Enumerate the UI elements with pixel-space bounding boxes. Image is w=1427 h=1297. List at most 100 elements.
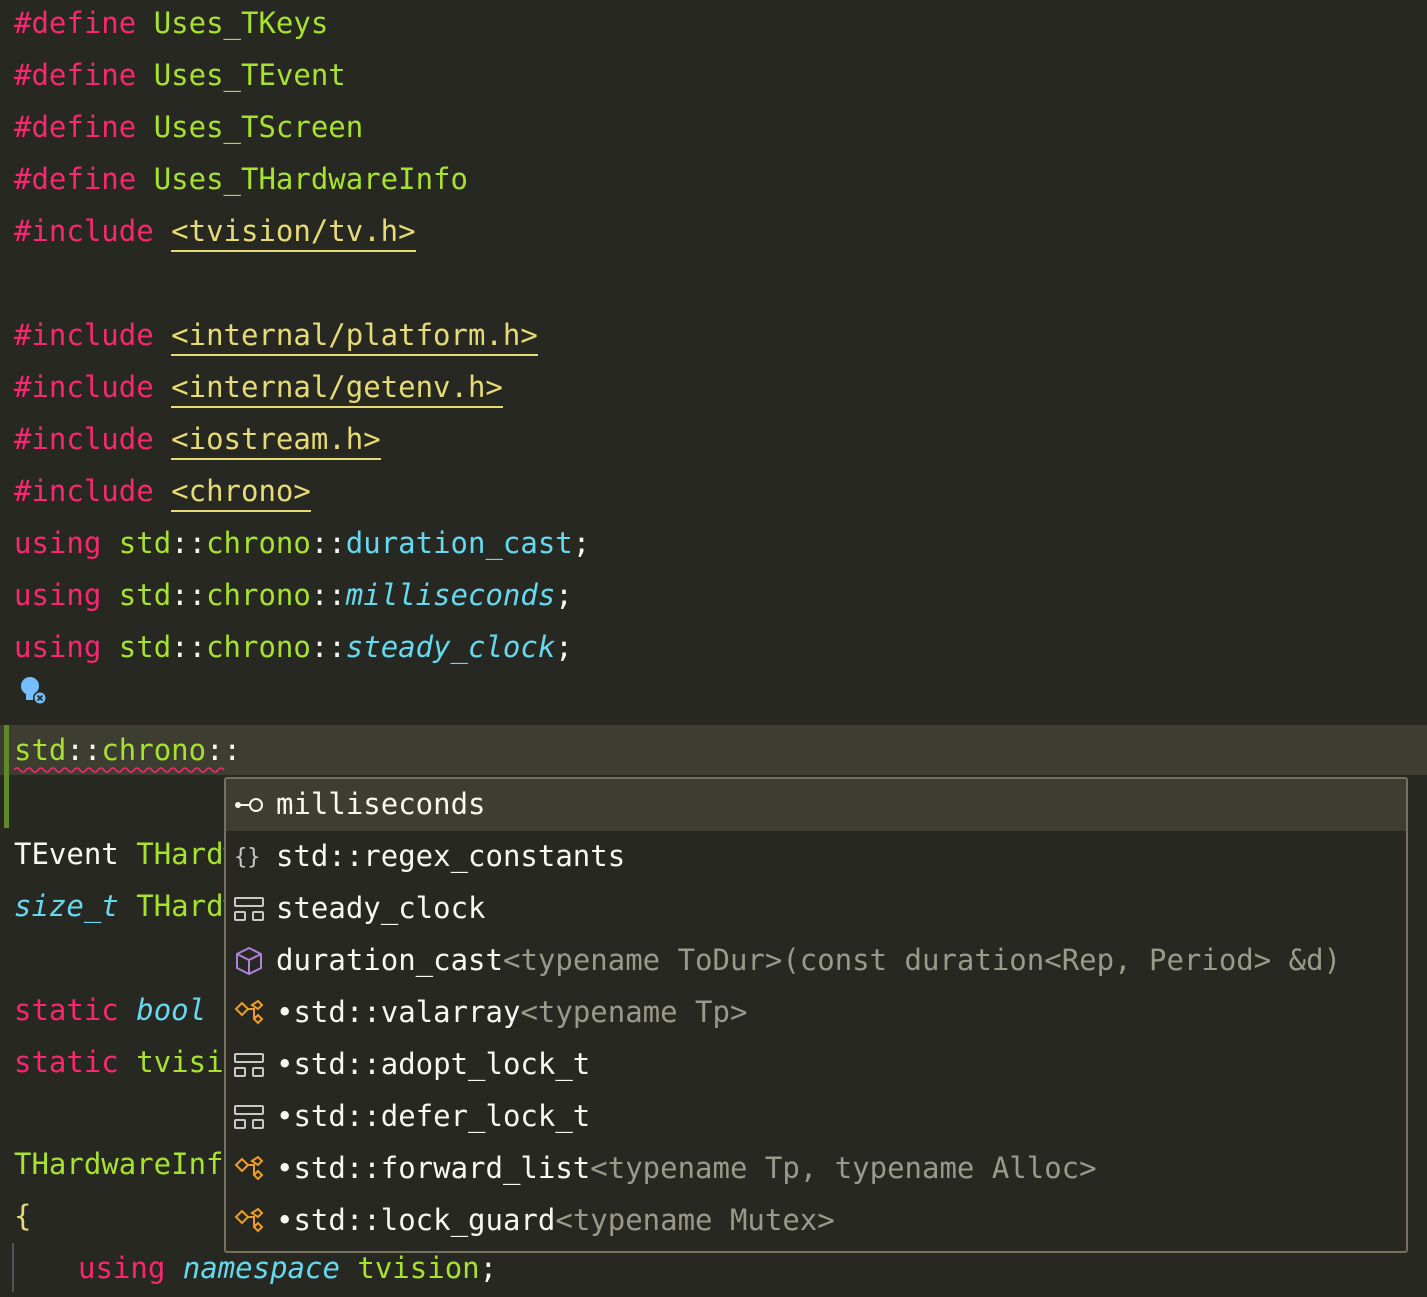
completion-label: std::regex_constants: [276, 839, 626, 873]
code-line[interactable]: #define Uses_TEvent: [14, 52, 346, 104]
directive: #include: [14, 370, 154, 404]
directive: #define: [14, 58, 137, 92]
completion-item[interactable]: •std::defer_lock_t: [226, 1091, 1406, 1143]
namespace: chrono: [206, 630, 311, 664]
scope-operator: ::: [171, 526, 207, 560]
completion-item[interactable]: •std::valarray<typename Tp>: [226, 987, 1406, 1039]
unit-icon: [235, 798, 263, 812]
struct-icon: [234, 897, 264, 921]
code-line[interactable]: size_t THardw: [14, 883, 241, 935]
namespace: chrono: [206, 526, 311, 560]
error-squiggle: [14, 767, 225, 773]
completion-label: •std::lock_guard: [276, 1203, 556, 1237]
include-path-link[interactable]: <chrono>: [171, 474, 311, 512]
include-path-link[interactable]: <iostream.h>: [171, 422, 381, 460]
namespace-icon: {}: [234, 845, 261, 870]
keyword: static: [14, 1045, 119, 1079]
type-name: TEvent: [14, 837, 119, 871]
code-line[interactable]: {: [14, 1193, 31, 1245]
namespace: chrono: [206, 578, 311, 612]
namespace: std: [118, 526, 172, 560]
directive: #include: [14, 318, 154, 352]
macro-name: Uses_TKeys: [153, 6, 329, 40]
directive: #include: [14, 474, 154, 508]
code-line[interactable]: using std::chrono::duration_cast;: [14, 520, 590, 572]
macro-name: Uses_TScreen: [153, 110, 364, 144]
code-line[interactable]: #define Uses_THardwareInfo: [14, 156, 468, 208]
type-name: bool: [136, 993, 207, 1027]
scope-operator: ::: [310, 578, 346, 612]
completion-detail: <typename Mutex>: [555, 1203, 835, 1237]
class-name: THardwareInfo: [14, 1147, 241, 1181]
directive: #define: [14, 110, 137, 144]
include-path-link[interactable]: <internal/platform.h>: [171, 318, 538, 356]
keyword: using: [14, 630, 102, 664]
keyword: static: [14, 993, 119, 1027]
completion-label: •std::defer_lock_t: [276, 1099, 591, 1133]
directive: #include: [14, 422, 154, 456]
scope-operator: ::: [66, 733, 102, 767]
code-line[interactable]: using std::chrono::steady_clock;: [14, 624, 573, 676]
code-line[interactable]: THardwareInfo: [14, 1141, 241, 1193]
scope-operator: ::: [171, 630, 207, 664]
namespace: std: [14, 733, 67, 767]
code-line[interactable]: using std::chrono::milliseconds;: [14, 572, 573, 624]
directive: #define: [14, 162, 137, 196]
type-name: steady_clock: [345, 630, 556, 664]
directive: #define: [14, 6, 137, 40]
keyword: using: [14, 578, 102, 612]
namespace: std: [118, 630, 172, 664]
code-line[interactable]: #include <iostream.h>: [14, 416, 381, 468]
code-line[interactable]: TEvent THardw: [14, 831, 241, 883]
class-template-icon: [234, 1207, 264, 1233]
completion-item[interactable]: •std::lock_guard<typename Mutex>: [226, 1195, 1406, 1247]
completion-detail: <typename ToDur>(const duration<Rep, Per…: [502, 943, 1342, 977]
completion-detail: <typename Tp>: [520, 995, 748, 1029]
function-name: duration_cast: [345, 526, 573, 560]
completion-item[interactable]: {} std::regex_constants: [226, 831, 1406, 883]
class-template-icon: [234, 1155, 264, 1181]
namespace: tvision: [357, 1251, 480, 1285]
include-path-link[interactable]: <internal/getenv.h>: [171, 370, 503, 408]
completion-item[interactable]: steady_clock: [226, 883, 1406, 935]
svg-text:{}: {}: [234, 845, 261, 870]
keyword: using: [78, 1251, 166, 1285]
scope-operator: ::: [206, 733, 241, 767]
semicolon: ;: [555, 578, 573, 612]
lightbulb-icon[interactable]: [18, 674, 50, 708]
struct-icon: [234, 1105, 264, 1129]
scope-operator: ::: [310, 630, 346, 664]
macro-name: Uses_THardwareInfo: [153, 162, 468, 196]
autocomplete-popup[interactable]: milliseconds {} std::regex_constants ste…: [224, 777, 1408, 1253]
code-line[interactable]: static bool a: [14, 987, 241, 1039]
completion-label: duration_cast: [276, 943, 503, 977]
completion-detail: <typename Tp, typename Alloc>: [590, 1151, 1097, 1185]
completion-label: steady_clock: [276, 891, 486, 925]
completion-item[interactable]: •std::adopt_lock_t: [226, 1039, 1406, 1091]
namespace: std: [118, 578, 172, 612]
code-line[interactable]: #define Uses_TKeys: [14, 0, 328, 52]
completion-label: •std::adopt_lock_t: [276, 1047, 591, 1081]
completion-label: •std::valarray: [276, 995, 521, 1029]
code-editor[interactable]: #define Uses_TKeys #define Uses_TEvent #…: [0, 0, 1427, 1292]
code-line[interactable]: static tvisio: [14, 1039, 241, 1091]
code-line[interactable]: #include <internal/platform.h>: [14, 312, 538, 364]
code-line[interactable]: #include <internal/getenv.h>: [14, 364, 503, 416]
type-name: size_t: [14, 889, 119, 923]
semicolon: ;: [479, 1251, 498, 1285]
scope-operator: ::: [310, 526, 346, 560]
completion-item[interactable]: •std::forward_list<typename Tp, typename…: [226, 1143, 1406, 1195]
directive: #include: [14, 214, 154, 248]
class-template-icon: [234, 999, 264, 1025]
completion-label: milliseconds: [276, 787, 486, 821]
semicolon: ;: [555, 630, 573, 664]
code-line[interactable]: #define Uses_TScreen: [14, 104, 363, 156]
include-path-link[interactable]: <tvision/tv.h>: [171, 214, 416, 252]
open-brace: {: [14, 1199, 32, 1233]
completion-item[interactable]: duration_cast<typename ToDur>(const dura…: [226, 935, 1406, 987]
keyword: using: [14, 526, 102, 560]
code-line[interactable]: #include <chrono>: [14, 468, 311, 520]
method-cube-icon: [236, 946, 262, 976]
completion-item[interactable]: milliseconds: [226, 779, 1406, 831]
code-line[interactable]: #include <tvision/tv.h>: [14, 208, 416, 260]
